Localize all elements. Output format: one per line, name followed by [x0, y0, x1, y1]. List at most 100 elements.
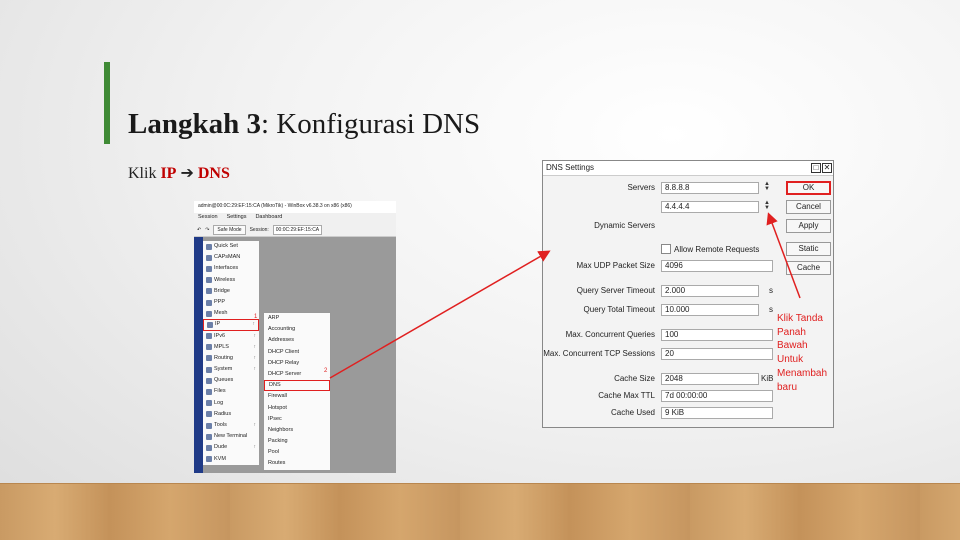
winbox-menu-label: Files	[214, 388, 226, 395]
winbox-menu-label: Routing	[214, 354, 233, 361]
dns-dialog-title: DNS Settings	[546, 163, 595, 172]
spin-arrows-icon[interactable]: ▲ ▼	[764, 181, 770, 192]
ip-submenu-item[interactable]: DHCP Server	[264, 369, 330, 380]
winbox-menu-item[interactable]: Dude ↑	[203, 442, 259, 453]
ip-submenu-item[interactable]: DNS	[264, 380, 330, 392]
server1-field[interactable]: 8.8.8.8	[661, 182, 759, 194]
cache-max-ttl-field[interactable]: 7d 00:00:00	[661, 390, 773, 402]
subtitle-prefix: Klik	[128, 165, 157, 182]
winbox-menu-item[interactable]: Interfaces	[203, 263, 259, 274]
max-concurrent-queries-row: Max. Concurrent Queries 100	[543, 329, 775, 341]
radius-icon	[206, 411, 212, 418]
winbox-menu-item[interactable]: Bridge	[203, 286, 259, 297]
winbox-menu-label: New Terminal	[214, 433, 248, 440]
winbox-menu-item[interactable]: Radius	[203, 409, 259, 420]
winbox-menu-item[interactable]: New Terminal	[203, 431, 259, 442]
winbox-menu-item[interactable]: System ↑	[203, 364, 259, 375]
dude-icon	[206, 444, 212, 451]
winbox-menu-item[interactable]: IPv6 ↑	[203, 331, 259, 342]
cache-used-row: Cache Used 9 KiB	[543, 407, 775, 419]
winbox-menu-item[interactable]: Routing ↑	[203, 353, 259, 364]
winbox-menu-item[interactable]: PPP	[203, 297, 259, 308]
ip-submenu-item[interactable]: Packing	[264, 436, 330, 447]
safe-mode-button[interactable]: Safe Mode	[213, 224, 246, 235]
max-udp-field[interactable]: 4096	[661, 260, 773, 272]
allow-remote-checkbox[interactable]	[661, 244, 671, 254]
interfaces-icon	[206, 265, 212, 272]
winbox-menu-label: PPP	[214, 298, 226, 305]
ip-icon	[207, 321, 213, 328]
winbox-menu-item[interactable]: IP ↑	[203, 319, 259, 331]
server2-field[interactable]: 4.4.4.4	[661, 201, 759, 213]
ip-submenu-item[interactable]: Routes	[264, 458, 330, 469]
close-icon[interactable]: ✕	[822, 163, 832, 173]
submenu-arrow-icon: ↑	[253, 422, 257, 428]
apply-button[interactable]: Apply	[786, 219, 831, 233]
query-total-timeout-label: Query Total Timeout	[583, 305, 655, 314]
submenu-arrow-icon: ↑	[253, 343, 257, 350]
winbox-menu-label: IP	[215, 321, 221, 328]
ip-submenu-item[interactable]: Neighbors	[264, 425, 330, 436]
server2-row: 4.4.4.4	[543, 201, 775, 213]
restore-icon[interactable]: □	[811, 163, 821, 173]
winbox-menu-item[interactable]: CAPsMAN	[203, 252, 259, 263]
ppp-icon	[206, 299, 212, 306]
max-concurrent-queries-field[interactable]: 100	[661, 329, 773, 341]
cache-max-ttl-label: Cache Max TTL	[598, 391, 655, 400]
submenu-arrow-icon: ↑	[253, 366, 257, 373]
max-concurrent-tcp-label: Max. Concurrent TCP Sessions	[543, 349, 655, 358]
winbox-menu-item[interactable]: Mesh	[203, 308, 259, 319]
ip-submenu-item[interactable]: IPsec	[264, 414, 330, 425]
spin-arrows-icon[interactable]: ▲ ▼	[764, 200, 770, 211]
winbox-menu-label: Radius	[214, 410, 232, 417]
winbox-titlebar: admin@00:0C:29:EF:15:CA (MikroTik) - Win…	[194, 201, 396, 213]
winbox-menu-item[interactable]: Files	[203, 386, 259, 397]
dns-dialog-titlebar: DNS Settings □ ✕	[543, 161, 833, 176]
ip-submenu-item[interactable]: Pool	[264, 447, 330, 458]
ip-submenu-item[interactable]: Firewall	[264, 391, 330, 402]
winbox-menu-item[interactable]: Queues	[203, 375, 259, 386]
winbox-menu-item[interactable]: Log	[203, 398, 259, 409]
title-accent-bar	[104, 62, 110, 144]
redo-icon[interactable]: ↷	[205, 227, 209, 233]
max-concurrent-tcp-field[interactable]: 20	[661, 348, 773, 360]
dynamic-servers-label: Dynamic Servers	[594, 221, 655, 230]
ip-submenu-item[interactable]: Accounting	[264, 324, 330, 335]
winbox-menu-item[interactable]: Wireless	[203, 275, 259, 286]
submenu-arrow-icon: ↑	[252, 321, 256, 328]
subtitle-ip: IP	[160, 165, 177, 182]
query-total-timeout-field[interactable]: 10.000	[661, 304, 759, 316]
session-field[interactable]: 00:0C:29:EF:15:CA	[272, 224, 323, 235]
winbox-menu-item[interactable]: MPLS ↑	[203, 342, 259, 353]
query-server-timeout-field[interactable]: 2.000	[661, 285, 759, 297]
menubar-dashboard[interactable]: Dashboard	[255, 214, 282, 222]
menubar-settings[interactable]: Settings	[227, 214, 247, 222]
kvm-icon	[206, 456, 212, 463]
winbox-menu-item[interactable]: Quick Set	[203, 241, 259, 252]
ok-button[interactable]: OK	[786, 181, 831, 195]
max-concurrent-queries-label: Max. Concurrent Queries	[565, 330, 655, 339]
menubar-session[interactable]: Session	[198, 214, 218, 222]
query-total-timeout-row: Query Total Timeout 10.000 s	[543, 304, 775, 316]
winbox-menu-label: System	[214, 366, 233, 373]
cache-button[interactable]: Cache	[786, 261, 831, 275]
capsman-icon	[206, 254, 212, 261]
winbox-menu-item[interactable]: KVM	[203, 454, 259, 465]
query-server-timeout-row: Query Server Timeout 2.000 s	[543, 285, 775, 297]
winbox-menu-label: Bridge	[214, 287, 230, 294]
max-udp-label: Max UDP Packet Size	[576, 261, 655, 270]
ip-submenu-item[interactable]: DHCP Relay	[264, 358, 330, 369]
undo-icon[interactable]: ↶	[197, 227, 201, 233]
winbox-menu-label: Mesh	[214, 310, 228, 317]
ip-submenu-item[interactable]: Addresses	[264, 335, 330, 346]
winbox-main-menu: Quick Set CAPsMAN Interfaces Wireless Bridge…	[203, 241, 259, 465]
ip-submenu-item[interactable]: Hotspot	[264, 403, 330, 414]
cancel-button[interactable]: Cancel	[786, 200, 831, 214]
ip-submenu-item[interactable]: ARP	[264, 313, 330, 324]
static-button[interactable]: Static	[786, 242, 831, 256]
cache-size-field[interactable]: 2048	[661, 373, 759, 385]
winbox-menu-item[interactable]: Tools ↑	[203, 420, 259, 431]
files-icon	[206, 389, 212, 396]
ip-submenu-item[interactable]: DHCP Client	[264, 347, 330, 358]
winbox-menu-label: Tools	[214, 422, 227, 428]
